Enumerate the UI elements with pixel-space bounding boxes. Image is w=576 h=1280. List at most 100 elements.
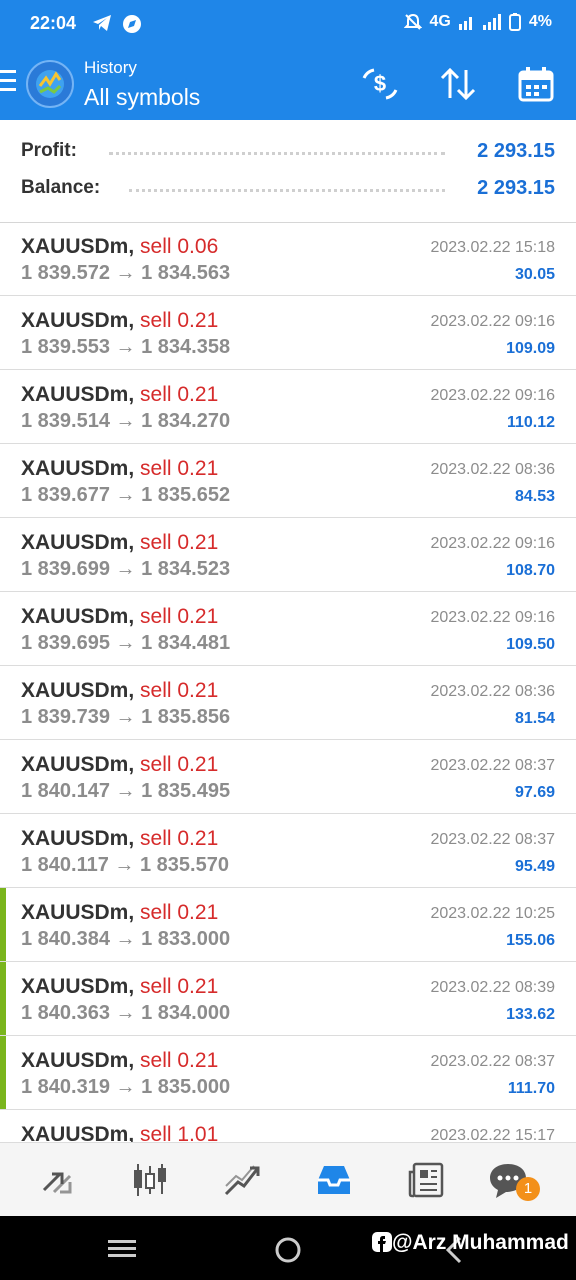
app-logo[interactable]	[26, 60, 74, 108]
network-type: 4G	[429, 13, 451, 30]
trade-icon[interactable]	[222, 1160, 262, 1200]
trade-time: 2023.02.22 09:16	[430, 313, 555, 330]
bottom-nav	[0, 1142, 576, 1217]
profit-label: Profit:	[21, 140, 77, 162]
trade-prices: 1 839.699 → 1 834.523	[21, 558, 231, 580]
trade-time: 2023.02.22 15:18	[430, 239, 555, 256]
summary-panel: Profit: 2 293.15 Balance: 2 293.15	[0, 120, 576, 223]
trade-symbol: XAUUSDm,	[21, 975, 135, 998]
trade-profit: 110.12	[506, 414, 555, 431]
news-icon[interactable]	[406, 1160, 446, 1200]
trade-row[interactable]: XAUUSDm, sell 0.21 1 839.695 → 1 834.481…	[0, 592, 576, 666]
trade-symbol: XAUUSDm,	[21, 309, 135, 332]
trade-row[interactable]: XAUUSDm, sell 0.21 1 839.739 → 1 835.856…	[0, 666, 576, 740]
trade-side: sell 0.21	[140, 901, 219, 924]
trade-side: sell 0.21	[140, 383, 219, 406]
trade-prices: 1 839.514 → 1 834.270	[21, 410, 231, 432]
trade-prices: 1 840.117 → 1 835.570	[21, 854, 229, 876]
telegram-icon	[93, 15, 111, 31]
trade-time: 2023.02.22 08:37	[430, 831, 555, 848]
status-time: 22:04	[30, 13, 77, 33]
trade-prices: 1 839.572 → 1 834.563	[21, 262, 231, 284]
trade-row[interactable]: XAUUSDm, sell 0.21 1 840.117 → 1 835.570…	[0, 814, 576, 888]
menu-icon[interactable]	[0, 70, 16, 94]
trade-row[interactable]: XAUUSDm, sell 0.21 1 840.319 → 1 835.000…	[0, 1036, 576, 1110]
trade-profit: 95.49	[514, 858, 555, 875]
trade-time: 2023.02.22 08:36	[430, 461, 555, 478]
trade-row[interactable]: XAUUSDm, sell 0.21 1 839.677 → 1 835.652…	[0, 444, 576, 518]
trade-symbol: XAUUSDm,	[21, 753, 135, 776]
calendar-icon[interactable]	[516, 64, 556, 104]
chart-icon[interactable]	[130, 1160, 170, 1200]
trade-profit: 97.69	[514, 784, 555, 801]
trade-time: 2023.02.22 09:16	[430, 387, 555, 404]
trade-prices: 1 840.319 → 1 835.000	[21, 1076, 231, 1098]
trade-prices: 1 839.553 → 1 834.358	[21, 336, 231, 358]
trade-time: 2023.02.22 08:37	[430, 1053, 555, 1070]
trade-row[interactable]: XAUUSDm, sell 0.21 1 840.147 → 1 835.495…	[0, 740, 576, 814]
trade-side: sell 0.06	[140, 235, 219, 258]
balance-value: 2 293.15	[477, 177, 555, 199]
header-title[interactable]: All symbols	[84, 84, 200, 111]
mute-icon	[403, 13, 422, 30]
trade-time: 2023.02.22 09:16	[430, 535, 555, 552]
trade-side: sell 0.21	[140, 1049, 219, 1072]
battery-level: 4%	[528, 13, 552, 30]
profit-value: 2 293.15	[477, 140, 555, 162]
home-icon[interactable]	[274, 1236, 302, 1264]
take-profit-marker	[0, 888, 6, 961]
trade-side: sell 0.21	[140, 753, 219, 776]
trade-symbol: XAUUSDm,	[21, 235, 135, 258]
balance-row: Balance: 2 293.15	[21, 177, 555, 207]
trade-profit: 108.70	[506, 562, 555, 579]
trade-row[interactable]: XAUUSDm, sell 0.21 1 839.699 → 1 834.523…	[0, 518, 576, 592]
trade-row[interactable]: XAUUSDm, sell 0.06 1 839.572 → 1 834.563…	[0, 222, 576, 296]
trade-prices: 1 840.147 → 1 835.495	[21, 780, 231, 802]
history-icon[interactable]	[314, 1160, 354, 1200]
trade-row[interactable]: XAUUSDm, sell 0.21 1 840.384 → 1 833.000…	[0, 888, 576, 962]
trade-prices: 1 840.384 → 1 833.000	[21, 928, 231, 950]
trade-prices: 1 839.695 → 1 834.481	[21, 632, 231, 654]
trade-profit: 111.70	[507, 1080, 555, 1097]
trade-row[interactable]: XAUUSDm, sell 0.21 1 840.363 → 1 834.000…	[0, 962, 576, 1036]
sort-icon[interactable]	[438, 64, 478, 104]
facebook-icon	[372, 1232, 392, 1252]
trade-side: sell 0.21	[140, 975, 219, 998]
trade-time: 2023.02.22 08:37	[430, 757, 555, 774]
trade-profit: 133.62	[506, 1006, 555, 1023]
take-profit-marker	[0, 1036, 6, 1109]
trade-time: 2023.02.22 08:39	[430, 979, 555, 996]
trade-symbol: XAUUSDm,	[21, 827, 135, 850]
trade-time: 2023.02.22 09:16	[430, 609, 555, 626]
trade-prices: 1 839.739 → 1 835.856	[21, 706, 231, 728]
trade-list: XAUUSDm, sell 0.06 1 839.572 → 1 834.563…	[0, 222, 576, 1184]
trade-side: sell 0.21	[140, 531, 219, 554]
trade-side: sell 0.21	[140, 679, 219, 702]
signal-icon	[458, 17, 472, 30]
trade-symbol: XAUUSDm,	[21, 383, 135, 406]
app-bar: History All symbols $	[0, 48, 576, 120]
quotes-icon[interactable]	[38, 1160, 78, 1200]
trade-side: sell 0.21	[140, 827, 219, 850]
trade-row[interactable]: XAUUSDm, sell 0.21 1 839.553 → 1 834.358…	[0, 296, 576, 370]
trade-side: sell 0.21	[140, 309, 219, 332]
deposit-icon[interactable]: $	[360, 64, 400, 104]
trade-time: 2023.02.22 10:25	[430, 905, 555, 922]
compass-icon	[123, 15, 141, 33]
status-bar: 22:04 4G 4%	[0, 0, 576, 48]
battery-icon	[508, 13, 521, 31]
header-subtitle: History	[84, 58, 137, 77]
recents-icon[interactable]	[108, 1238, 136, 1260]
trade-row[interactable]: XAUUSDm, sell 0.21 1 839.514 → 1 834.270…	[0, 370, 576, 444]
svg-text:$: $	[374, 71, 386, 96]
trade-profit: 30.05	[514, 266, 555, 283]
balance-label: Balance:	[21, 177, 101, 199]
trade-profit: 84.53	[514, 488, 555, 505]
signal-icon-2	[482, 14, 501, 30]
trade-symbol: XAUUSDm,	[21, 1049, 135, 1072]
trade-symbol: XAUUSDm,	[21, 457, 135, 480]
trade-profit: 109.09	[506, 340, 555, 357]
trade-side: sell 0.21	[140, 605, 219, 628]
trade-symbol: XAUUSDm,	[21, 679, 135, 702]
profit-row: Profit: 2 293.15	[21, 140, 555, 170]
